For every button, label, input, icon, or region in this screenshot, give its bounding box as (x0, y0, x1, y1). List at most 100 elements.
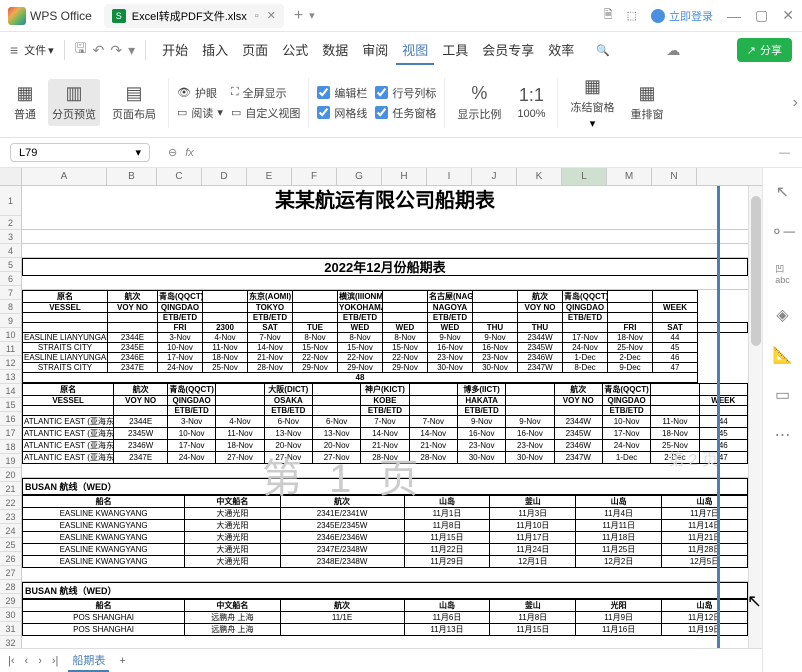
gridlines-checkbox[interactable]: 网格线 (317, 105, 367, 121)
schedule-table[interactable]: 原名航次青岛(QQCT)大阪(DICT)神户(KICT)博多(IICT)航次青岛… (22, 383, 748, 464)
column-header-N[interactable]: N (652, 168, 697, 185)
row-header-30[interactable]: 30 (0, 608, 21, 622)
select-all-corner[interactable] (0, 168, 22, 185)
minimize-button[interactable]: ― (727, 8, 741, 24)
prev-sheet-button[interactable]: ‹ (25, 655, 29, 667)
schedule-table[interactable]: 船名中文船名航次山岛釜山光阳山岛POS SHANGHAI远鹏舟 上海11/1E1… (22, 599, 748, 636)
row-header-7[interactable]: 7 (0, 286, 21, 300)
row-header-18[interactable]: 18 (0, 440, 21, 454)
table-row[interactable]: POS SHANGHAI远鹏舟 上海11月13日11月15日11月16日11月1… (23, 624, 748, 636)
menu-公式[interactable]: 公式 (276, 36, 314, 65)
row-header-31[interactable]: 31 (0, 622, 21, 636)
table-row[interactable]: STRAITS CITY2347E24-Nov25-Nov28-Nov29-No… (23, 363, 748, 373)
vertical-scrollbar[interactable] (748, 186, 762, 648)
first-sheet-button[interactable]: |‹ (8, 655, 15, 667)
more-icon[interactable]: ▾ (128, 42, 135, 59)
row-header-32[interactable]: 32 (0, 636, 21, 648)
eye-protect-toggle[interactable]: 👁护眼 (177, 85, 223, 101)
schedule-table[interactable]: 原名航次青岛(QQCT)东京(AOMI)横滨(IIIONMOKU-BC)名古屋(… (22, 290, 748, 383)
table-row[interactable]: STRAITS CITY2345E10-Nov11-Nov14-Nov15-No… (23, 343, 748, 353)
zoom-ratio-button[interactable]: %显示比例 (453, 83, 505, 122)
row-header-17[interactable]: 17 (0, 426, 21, 440)
close-window-button[interactable]: ✕ (782, 7, 794, 24)
menu-页面[interactable]: 页面 (236, 36, 274, 65)
menu-效率[interactable]: 效率 (542, 36, 580, 65)
table-row[interactable]: EASLINE KWANGYANG大通光阳2346E/2346W11月15日11… (23, 532, 748, 544)
table-row[interactable]: EASLINE KWANGYANG大通光阳2348E/2348W11月29日12… (23, 556, 748, 568)
row-header-28[interactable]: 28 (0, 580, 21, 594)
note-icon[interactable]: 🗎 (604, 6, 613, 25)
document-tab[interactable]: S Excel转成PDF文件.xlsx ▫ ✕ (104, 4, 284, 28)
search-icon[interactable]: 🔍 (596, 44, 610, 57)
save-icon[interactable]: 🖫 (75, 38, 87, 62)
row-header-20[interactable]: 20 (0, 468, 21, 482)
menu-数据[interactable]: 数据 (316, 36, 354, 65)
row-header-23[interactable]: 23 (0, 510, 21, 524)
zoom-100-button[interactable]: 1:1100% (513, 85, 549, 120)
column-header-E[interactable]: E (247, 168, 292, 185)
cloud-icon[interactable]: ☁ (666, 42, 680, 59)
menu-视图[interactable]: 视图 (396, 36, 434, 65)
row-header-11[interactable]: 11 (0, 342, 21, 356)
custom-view-button[interactable]: ▭自定义视图 (231, 105, 300, 121)
flow-icon[interactable]: ⚬─ (770, 222, 795, 242)
table-row[interactable]: ATLANTIC EAST (亚海东方)2346W17-Nov18-Nov20-… (23, 440, 748, 452)
read-mode-button[interactable]: ▭阅读 ▾ (177, 105, 223, 121)
more-tools-icon[interactable]: ⋯ (775, 425, 791, 445)
abc-icon[interactable]: 凹abc (775, 262, 790, 285)
row-header-19[interactable]: 19 (0, 454, 21, 468)
table-row[interactable]: ATLANTIC EAST (亚海东方)2347E24-Nov27-Nov27-… (23, 452, 748, 464)
ribbon-next-icon[interactable]: › (793, 94, 798, 112)
row-header-22[interactable]: 22 (0, 496, 21, 510)
row-header-3[interactable]: 3 (0, 230, 21, 244)
sheet-body[interactable]: 1234567891011121314151617181920212223242… (0, 186, 762, 648)
cancel-formula-icon[interactable]: ⊖ (168, 146, 177, 159)
column-header-C[interactable]: C (157, 168, 202, 185)
row-header-13[interactable]: 13 (0, 370, 21, 384)
close-tab-icon[interactable]: ✕ (267, 9, 276, 22)
row-header-1[interactable]: 1 (0, 186, 21, 216)
column-header-D[interactable]: D (202, 168, 247, 185)
table-row[interactable]: EASLINE LIANYUNGANG2346E17-Nov18-Nov21-N… (23, 353, 748, 363)
column-header-G[interactable]: G (337, 168, 382, 185)
edit-bar-checkbox[interactable]: 编辑栏 (317, 85, 367, 101)
document-main-title[interactable]: 某某航运有限公司船期表 (22, 186, 748, 216)
add-sheet-button[interactable]: + (119, 655, 125, 667)
row-header-6[interactable]: 6 (0, 272, 21, 286)
new-tab-button[interactable]: + (294, 7, 303, 25)
menu-插入[interactable]: 插入 (196, 36, 234, 65)
row-header-14[interactable]: 14 (0, 384, 21, 398)
sheet-tab[interactable]: 船期表 (68, 650, 109, 672)
last-sheet-button[interactable]: ›| (52, 655, 59, 667)
table-row[interactable]: ATLANTIC EAST (亚海东方)2345W10-Nov11-Nov13-… (23, 428, 748, 440)
undo-icon[interactable]: ↶ (93, 42, 105, 59)
page-break-right[interactable] (717, 186, 720, 648)
row-header-27[interactable]: 27 (0, 566, 21, 580)
column-header-L[interactable]: L (562, 168, 607, 185)
schedule-table[interactable]: 船名中文船名航次山岛釜山山岛山岛EASLINE KWANGYANG大通光阳234… (22, 495, 748, 568)
rearrange-button[interactable]: ▦重排窗 (626, 83, 667, 122)
freeze-panes-button[interactable]: ▦冻结窗格 ▾ (566, 76, 618, 130)
redo-icon[interactable]: ↷ (110, 42, 122, 59)
file-menu[interactable]: 文件 ▾ (24, 42, 54, 58)
column-header-F[interactable]: F (292, 168, 337, 185)
row-header-9[interactable]: 9 (0, 314, 21, 328)
column-header-K[interactable]: K (517, 168, 562, 185)
table-row[interactable]: POS SHANGHAI远鹏舟 上海11/1E11月6日11月8日11月9日11… (23, 612, 748, 624)
view-page-preview-button[interactable]: ▥分页预览 (48, 79, 100, 126)
row-col-label-checkbox[interactable]: 行号列标 (375, 85, 436, 101)
table-row[interactable]: EASLINE KWANGYANG大通光阳2347E/2348W11月22日11… (23, 544, 748, 556)
table-row[interactable]: EASLINE LIANYUNGANG2344E3-Nov4-Nov7-Nov8… (23, 333, 748, 343)
row-header-24[interactable]: 24 (0, 524, 21, 538)
table-row[interactable]: EASLINE KWANGYANG大通光阳2345E/2345W11月8日11月… (23, 520, 748, 532)
menu-工具[interactable]: 工具 (436, 36, 474, 65)
task-pane-checkbox[interactable]: 任务窗格 (375, 105, 436, 121)
hamburger-icon[interactable]: ≡ (10, 42, 18, 58)
row-header-2[interactable]: 2 (0, 216, 21, 230)
row-header-5[interactable]: 5 (0, 258, 21, 272)
column-header-J[interactable]: J (472, 168, 517, 185)
column-header-A[interactable]: A (22, 168, 107, 185)
row-header-29[interactable]: 29 (0, 594, 21, 608)
maximize-button[interactable]: ▢ (755, 7, 768, 24)
row-header-10[interactable]: 10 (0, 328, 21, 342)
